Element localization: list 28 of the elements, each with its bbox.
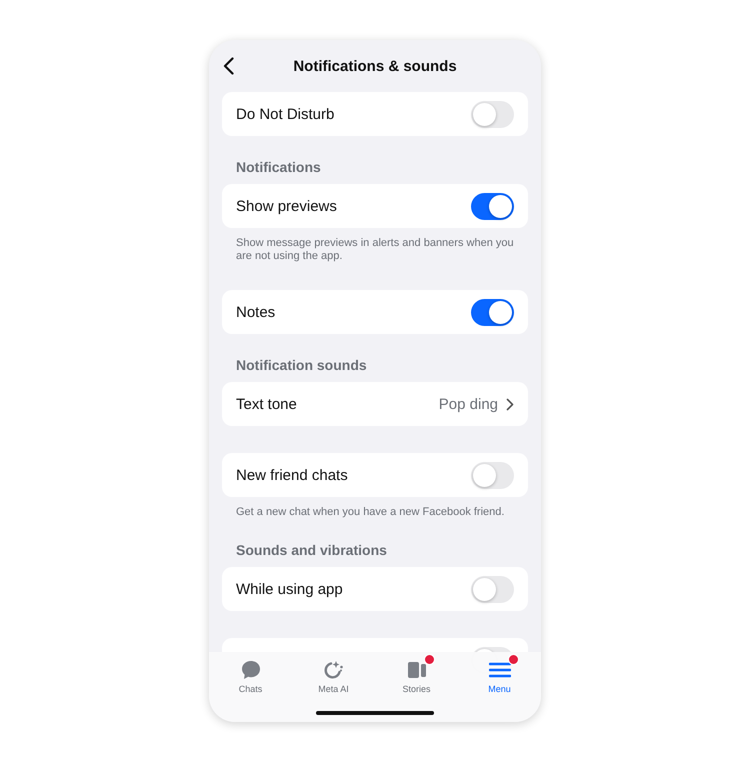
setting-label: Show previews (236, 198, 338, 214)
screen-title: Notifications & sounds (293, 58, 457, 74)
toggle-switch[interactable] (471, 298, 514, 326)
setting-label: While using app (236, 580, 344, 598)
toggle-switch[interactable] (471, 100, 514, 128)
section-header: Notification sounds (235, 357, 368, 374)
section-header: Notifications (235, 159, 322, 176)
tab-bar-item[interactable]: Meta AI (292, 652, 375, 694)
stories-icon (406, 660, 426, 678)
section-footnote: Get a new chat when you have a new Facebook friend. (235, 505, 506, 519)
menu-icon (488, 662, 510, 678)
toggle-switch[interactable] (471, 576, 514, 602)
chat-bubble-icon (240, 660, 260, 680)
section-footnote: Show message previews in alerts and banners when you are not using the app. (235, 236, 515, 263)
chevron-right-icon (506, 398, 514, 410)
setting-label: Text tone (236, 396, 298, 412)
setting-label: New friend chats (236, 466, 349, 484)
section-header: Sounds and vibrations (235, 542, 388, 559)
setting-label: Do Not Disturb (236, 106, 336, 122)
back-button[interactable] (223, 57, 235, 75)
sparkle-ring-icon (322, 660, 344, 680)
tab-bar-item[interactable]: Chats (209, 652, 292, 694)
toggle-switch[interactable] (471, 462, 514, 488)
setting-label: Notes (236, 304, 276, 320)
tab-bar-item[interactable]: Stories (375, 652, 458, 694)
setting-value[interactable]: Pop ding (438, 396, 498, 412)
tab-bar-item[interactable]: Menu (458, 652, 541, 694)
toggle-switch[interactable] (471, 192, 514, 220)
